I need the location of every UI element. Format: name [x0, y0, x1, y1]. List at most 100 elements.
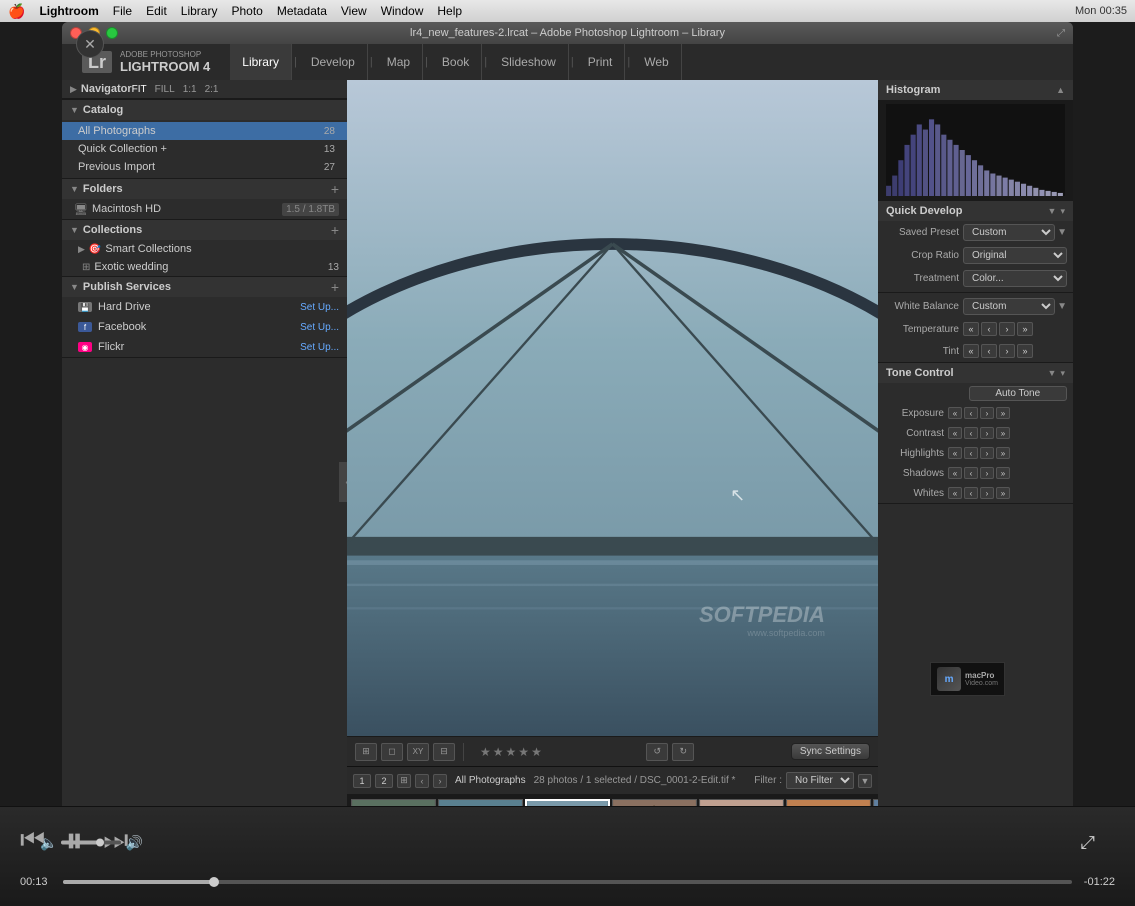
sync-settings-btn[interactable]: Sync Settings: [791, 743, 870, 760]
menu-help[interactable]: Help: [437, 4, 462, 18]
hard-drive-setup[interactable]: Set Up...: [300, 302, 339, 313]
loupe-view-btn[interactable]: ◻: [381, 743, 403, 761]
apple-menu[interactable]: 🍎: [8, 3, 25, 20]
white-balance-select[interactable]: Custom: [963, 298, 1055, 315]
menu-metadata[interactable]: Metadata: [277, 4, 327, 18]
treatment-select[interactable]: Color...: [963, 270, 1067, 287]
filter-select[interactable]: No Filter: [786, 772, 854, 789]
publish-hard-drive[interactable]: 💾 Hard Drive Set Up...: [62, 297, 347, 317]
catalog-header[interactable]: ▼ Catalog: [62, 100, 347, 120]
con-inc-btn[interactable]: ›: [980, 427, 994, 439]
sh-dbl-inc-btn[interactable]: »: [996, 467, 1010, 479]
saved-preset-select[interactable]: Custom: [963, 224, 1055, 241]
media-progress-thumb[interactable]: [209, 877, 219, 887]
expand-icon[interactable]: ⤢: [1057, 28, 1065, 39]
menu-library[interactable]: Library: [181, 4, 218, 18]
quick-develop-header[interactable]: Quick Develop ▼ ▾: [878, 201, 1073, 221]
page-2-btn[interactable]: 2: [375, 774, 393, 788]
rotate-left-btn[interactable]: ↺: [646, 743, 668, 761]
temp-dbl-inc-btn[interactable]: »: [1017, 322, 1033, 336]
close-overlay-button[interactable]: ✕: [76, 30, 104, 58]
tab-print[interactable]: Print: [576, 44, 626, 80]
tone-control-header[interactable]: Tone Control ▼ ▾: [878, 363, 1073, 383]
exp-dbl-dec-btn[interactable]: «: [948, 407, 962, 419]
hl-inc-btn[interactable]: ›: [980, 447, 994, 459]
menu-edit[interactable]: Edit: [146, 4, 167, 18]
menu-file[interactable]: File: [113, 4, 132, 18]
con-dec-btn[interactable]: ‹: [964, 427, 978, 439]
temp-inc-btn[interactable]: ›: [999, 322, 1015, 336]
star-3[interactable]: ★: [506, 745, 517, 759]
folders-add-icon[interactable]: +: [331, 181, 339, 197]
exp-dbl-inc-btn[interactable]: »: [996, 407, 1010, 419]
collection-exotic-wedding[interactable]: ⊞ Exotic wedding 13: [62, 258, 347, 276]
tab-web[interactable]: Web: [632, 44, 681, 80]
hl-dec-btn[interactable]: ‹: [964, 447, 978, 459]
menu-photo[interactable]: Photo: [231, 4, 262, 18]
wh-dbl-inc-btn[interactable]: »: [996, 487, 1010, 499]
grid-switch-btn[interactable]: ⊞: [397, 774, 411, 788]
tint-dbl-inc-btn[interactable]: »: [1017, 344, 1033, 358]
survey-view-btn[interactable]: ⊟: [433, 743, 455, 761]
zoom-2to1[interactable]: 2:1: [205, 84, 219, 95]
sh-dec-btn[interactable]: ‹: [964, 467, 978, 479]
tab-library[interactable]: Library: [230, 44, 292, 80]
exp-inc-btn[interactable]: ›: [980, 407, 994, 419]
menu-lightroom[interactable]: Lightroom: [39, 4, 98, 18]
tab-slideshow[interactable]: Slideshow: [489, 44, 569, 80]
star-4[interactable]: ★: [518, 745, 529, 759]
histogram-header[interactable]: Histogram ▲: [878, 80, 1073, 100]
publish-facebook[interactable]: f Facebook Set Up...: [62, 317, 347, 337]
star-1[interactable]: ★: [480, 745, 491, 759]
folders-header[interactable]: ▼ Folders +: [62, 179, 347, 199]
left-panel-collapse[interactable]: ‹: [339, 462, 347, 502]
temp-dbl-dec-btn[interactable]: «: [963, 322, 979, 336]
media-progress-track[interactable]: [63, 880, 1072, 884]
tint-inc-btn[interactable]: ›: [999, 344, 1015, 358]
tab-map[interactable]: Map: [375, 44, 423, 80]
tab-book[interactable]: Book: [430, 44, 482, 80]
hl-dbl-dec-btn[interactable]: «: [948, 447, 962, 459]
facebook-setup[interactable]: Set Up...: [300, 322, 339, 333]
volume-icon[interactable]: 🔈: [40, 834, 57, 851]
menu-view[interactable]: View: [341, 4, 367, 18]
star-2[interactable]: ★: [493, 745, 504, 759]
rotate-right-btn[interactable]: ↻: [672, 743, 694, 761]
tint-dec-btn[interactable]: ‹: [981, 344, 997, 358]
wh-inc-btn[interactable]: ›: [980, 487, 994, 499]
zoom-fit[interactable]: FIT: [132, 84, 147, 95]
menu-window[interactable]: Window: [381, 4, 424, 18]
wh-dec-btn[interactable]: ‹: [964, 487, 978, 499]
auto-tone-btn[interactable]: Auto Tone: [969, 386, 1068, 401]
catalog-item-quick[interactable]: Quick Collection + 13: [62, 140, 347, 158]
crop-ratio-select[interactable]: Original: [963, 247, 1067, 264]
publish-services-add-icon[interactable]: +: [331, 279, 339, 295]
con-dbl-dec-btn[interactable]: «: [948, 427, 962, 439]
zoom-1to1[interactable]: 1:1: [183, 84, 197, 95]
compare-view-btn[interactable]: XY: [407, 743, 429, 761]
next-btn[interactable]: ›: [433, 774, 447, 788]
filter-options-btn[interactable]: ▼: [858, 774, 872, 788]
fullscreen-btn[interactable]: ⤢: [1081, 832, 1095, 853]
maximize-button[interactable]: [106, 27, 118, 39]
smart-collections-item[interactable]: ▶ 🎯 Smart Collections: [62, 240, 347, 258]
temp-dec-btn[interactable]: ‹: [981, 322, 997, 336]
page-1-btn[interactable]: 1: [353, 774, 371, 788]
tint-dbl-dec-btn[interactable]: «: [963, 344, 979, 358]
prev-btn[interactable]: ‹: [415, 774, 429, 788]
zoom-fill[interactable]: FILL: [155, 84, 175, 95]
wh-dbl-dec-btn[interactable]: «: [948, 487, 962, 499]
publish-services-header[interactable]: ▼ Publish Services +: [62, 277, 347, 297]
hl-dbl-inc-btn[interactable]: »: [996, 447, 1010, 459]
con-dbl-inc-btn[interactable]: »: [996, 427, 1010, 439]
collections-add-icon[interactable]: +: [331, 222, 339, 238]
sh-dbl-dec-btn[interactable]: «: [948, 467, 962, 479]
folder-item-hd[interactable]: 🖥 Macintosh HD 1.5 / 1.8TB: [62, 199, 347, 219]
collections-header[interactable]: ▼ Collections +: [62, 220, 347, 240]
navigator-header[interactable]: ▶ Navigator FIT FILL 1:1 2:1: [62, 80, 347, 99]
flickr-setup[interactable]: Set Up...: [300, 342, 339, 353]
volume-track[interactable]: [61, 841, 121, 845]
catalog-item-all[interactable]: All Photographs 28: [62, 122, 347, 140]
star-5[interactable]: ★: [531, 745, 542, 759]
sh-inc-btn[interactable]: ›: [980, 467, 994, 479]
